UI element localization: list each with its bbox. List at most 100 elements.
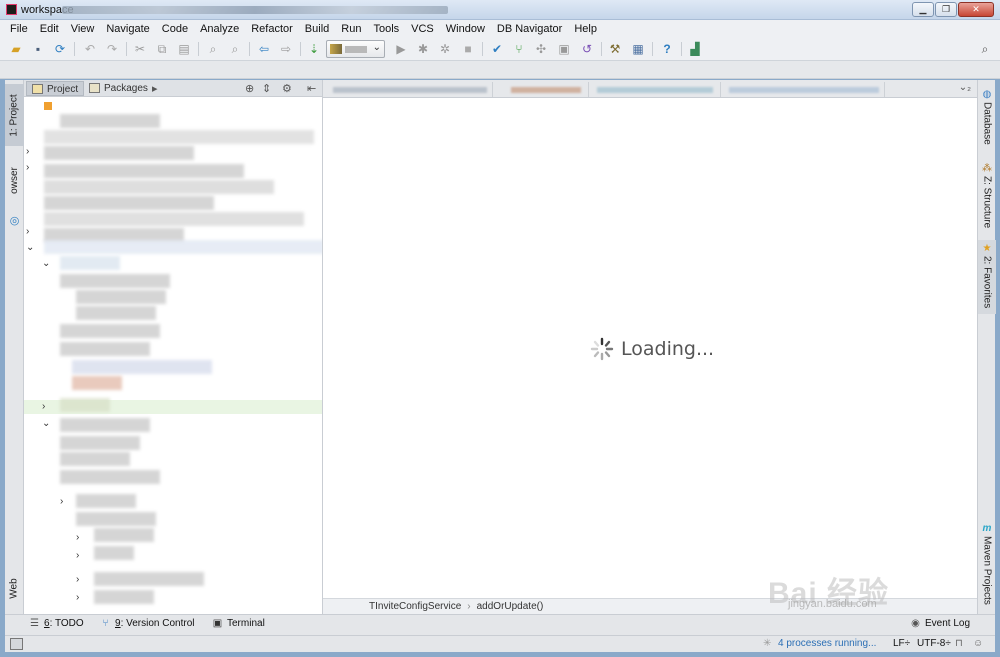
menu-refactor[interactable]: Refactor <box>245 23 299 35</box>
copy-icon[interactable]: ⧉ <box>154 41 170 57</box>
expand-arrow-icon[interactable]: › <box>76 532 79 543</box>
expand-arrow-icon[interactable]: › <box>26 146 29 157</box>
menu-tools[interactable]: Tools <box>367 23 405 35</box>
settings-wrench-icon[interactable]: ⚒ <box>607 41 623 57</box>
inspection-icon[interactable]: ☺ <box>973 638 983 649</box>
menu-window[interactable]: Window <box>440 23 491 35</box>
maximize-button[interactable]: ❐ <box>935 2 957 17</box>
expand-arrow-icon[interactable]: › <box>26 162 29 173</box>
tool-tab-todo[interactable]: ☰ 6: TODO <box>29 618 84 629</box>
window-controls: ▁ ❐ ✕ <box>912 2 994 17</box>
expand-arrow-icon[interactable]: › <box>60 496 63 507</box>
tree-item-redacted <box>44 212 304 226</box>
debug-icon[interactable]: ✱ <box>415 41 431 57</box>
menu-help[interactable]: Help <box>568 23 603 35</box>
save-icon[interactable]: ▪ <box>30 41 46 57</box>
tool-tab-event-log-label: Event Log <box>925 618 971 629</box>
tree-item-redacted <box>76 512 156 526</box>
more-tabs-icon[interactable]: ▸ <box>152 82 158 95</box>
run-icon[interactable]: ▶ <box>393 41 409 57</box>
expand-arrow-icon[interactable]: › <box>76 592 79 603</box>
tool-tab-maven[interactable]: m Maven Projects <box>978 520 996 605</box>
menu-edit[interactable]: Edit <box>34 23 65 35</box>
tool-tab-structure[interactable]: ⁂ Z: Structure <box>978 160 996 229</box>
tab-list-icon[interactable]: ⌄₂ <box>959 82 971 93</box>
vcs-update-icon[interactable]: ✔ <box>489 41 505 57</box>
expand-arrow-icon[interactable]: › <box>76 550 79 561</box>
run-coverage-icon[interactable]: ✲ <box>437 41 453 57</box>
tab-packages[interactable]: Packages <box>84 81 153 96</box>
menu-view[interactable]: View <box>65 23 101 35</box>
build-project-icon[interactable]: ⇣ <box>306 41 322 57</box>
tab-project[interactable]: Project <box>26 81 85 96</box>
editor-tab[interactable] <box>507 82 589 97</box>
gear-icon[interactable]: ⚙ <box>282 82 292 95</box>
replace-icon[interactable]: ⌕ <box>227 41 243 57</box>
menu-run[interactable]: Run <box>335 23 367 35</box>
line-separator-selector[interactable]: LF÷ <box>893 638 910 649</box>
encoding-selector[interactable]: UTF-8÷ <box>917 638 951 649</box>
find-icon[interactable]: ⌕ <box>205 41 221 57</box>
sync-icon[interactable]: ⟳ <box>52 41 68 57</box>
run-configuration-select[interactable]: ⌄ <box>326 40 385 58</box>
breadcrumb-class[interactable]: TInviteConfigService <box>369 601 461 612</box>
forward-arrow-icon[interactable]: ⇨ <box>278 41 294 57</box>
redo-icon[interactable]: ↷ <box>104 41 120 57</box>
tool-tab-event-log[interactable]: ◉ Event Log <box>910 618 970 629</box>
menu-code[interactable]: Code <box>156 23 194 35</box>
left-tool-stripe: 1: Project owser ◎ Web <box>5 80 24 614</box>
undo-icon[interactable]: ↶ <box>82 41 98 57</box>
back-arrow-icon[interactable]: ⇦ <box>256 41 272 57</box>
lock-icon[interactable]: ⊓ <box>955 638 963 649</box>
help-icon[interactable]: ? <box>659 41 675 57</box>
breadcrumb-method[interactable]: addOrUpdate() <box>477 601 544 612</box>
vcs-revert-icon[interactable]: ↺ <box>579 41 595 57</box>
web-browser-icon[interactable]: ◎ <box>5 212 24 228</box>
menu-analyze[interactable]: Analyze <box>194 23 245 35</box>
background-processes-link[interactable]: 4 processes running... <box>778 638 876 649</box>
stop-icon[interactable]: ■ <box>460 41 476 57</box>
scroll-from-source-icon[interactable]: ⊕ <box>245 82 254 95</box>
db-navigator-icon[interactable]: ▟ <box>687 41 703 57</box>
tool-tab-browser[interactable]: owser <box>5 160 24 200</box>
tree-item-redacted <box>44 196 214 210</box>
collapse-arrow-icon[interactable]: ⌄ <box>42 418 50 429</box>
menu-file[interactable]: File <box>4 23 34 35</box>
tool-tab-terminal[interactable]: ▣ Terminal <box>212 618 265 629</box>
collapse-all-icon[interactable]: ⇕ <box>262 82 271 95</box>
vcs-history-icon[interactable]: ▣ <box>556 41 572 57</box>
menu-build[interactable]: Build <box>299 23 335 35</box>
menu-navigate[interactable]: Navigate <box>100 23 155 35</box>
toggle-tool-windows-icon[interactable] <box>10 638 23 650</box>
status-bar: ✳ 4 processes running... LF÷ UTF-8÷ ⊓ ☺ <box>5 635 995 652</box>
editor-tab[interactable] <box>593 82 721 97</box>
editor-tab[interactable] <box>327 82 493 97</box>
expand-arrow-icon[interactable]: › <box>42 401 45 412</box>
search-everywhere-icon[interactable]: ⌕ <box>977 41 993 57</box>
cut-icon[interactable]: ✂ <box>132 41 148 57</box>
open-folder-icon[interactable]: ▰ <box>8 41 24 57</box>
close-window-button[interactable]: ✕ <box>958 2 994 17</box>
paste-icon[interactable]: ▤ <box>176 41 192 57</box>
menu-bar: File Edit View Navigate Code Analyze Ref… <box>0 20 1000 37</box>
collapse-arrow-icon[interactable]: ⌄ <box>42 258 50 269</box>
editor-area[interactable]: Loading... <box>323 98 977 598</box>
tool-tab-version-control[interactable]: ⑂ 9: Version Control <box>100 618 195 629</box>
tree-item-redacted <box>60 418 150 432</box>
tool-tab-web[interactable]: Web <box>5 568 24 608</box>
tool-tab-favorites[interactable]: ★ 2: Favorites <box>978 240 996 314</box>
minimize-button[interactable]: ▁ <box>912 2 934 17</box>
editor-tab[interactable] <box>725 82 885 97</box>
tool-tab-database[interactable]: ◍ Database <box>978 86 996 145</box>
vcs-commit-icon[interactable]: ⑂ <box>511 41 527 57</box>
expand-arrow-icon[interactable]: › <box>76 574 79 585</box>
project-structure-icon[interactable]: ▦ <box>630 41 646 57</box>
tool-tab-maven-label: Maven Projects <box>981 536 993 605</box>
tool-tab-project[interactable]: 1: Project <box>5 84 24 146</box>
expand-arrow-icon[interactable]: › <box>26 226 29 237</box>
menu-vcs[interactable]: VCS <box>405 23 440 35</box>
collapse-arrow-icon[interactable]: ⌄ <box>26 242 34 253</box>
vcs-compare-icon[interactable]: ✣ <box>533 41 549 57</box>
menu-db-navigator[interactable]: DB Navigator <box>491 23 568 35</box>
hide-panel-icon[interactable]: ⇤ <box>307 82 316 95</box>
